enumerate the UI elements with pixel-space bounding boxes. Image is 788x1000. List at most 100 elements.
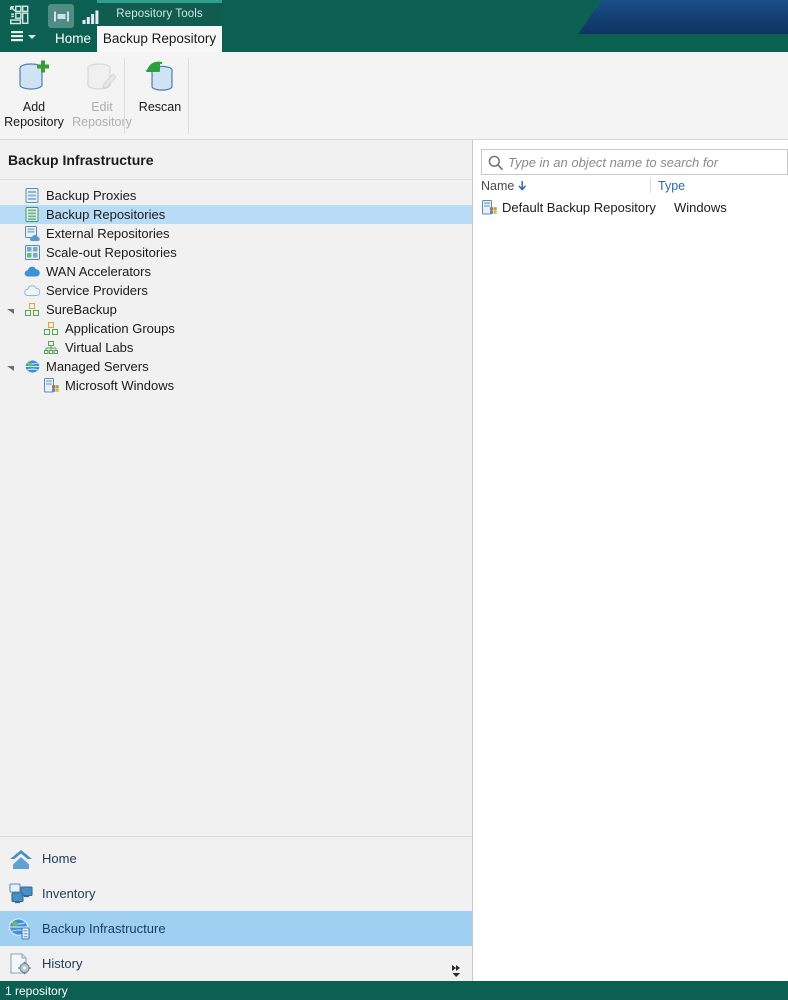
nav-item-inventory[interactable]: Inventory — [0, 876, 472, 911]
edit-repository-label-line1: Edit — [91, 100, 113, 114]
search-input[interactable] — [508, 151, 787, 173]
arrow-down-icon — [518, 180, 527, 190]
edit-repository-label-line2: Repository — [72, 115, 132, 129]
add-repository-label-line2: Repository — [4, 115, 64, 129]
backup-infrastructure-icon — [8, 916, 34, 942]
navigation-panel: Home Inventory Backup Infrastructure His… — [0, 837, 472, 981]
ribbon-group-manage-repository: Add Repository Edit Repository — [0, 52, 136, 140]
status-bar: 1 repository — [0, 981, 788, 1000]
expander-expanded-icon[interactable] — [6, 306, 15, 315]
status-bar-text: 1 repository — [5, 983, 68, 998]
rescan-icon — [141, 58, 179, 96]
surebackup-icon — [24, 302, 40, 318]
windows-repository-icon — [481, 200, 497, 216]
pin-window-button[interactable] — [48, 4, 74, 28]
tree-item-backup-repositories[interactable]: Backup Repositories — [0, 205, 472, 224]
tree-item-label: Virtual Labs — [65, 340, 134, 355]
history-icon — [8, 951, 34, 977]
expander-expanded-icon[interactable] — [6, 363, 15, 372]
rescan-button[interactable]: Rescan — [126, 52, 194, 140]
tree-item-service-providers[interactable]: Service Providers — [0, 281, 472, 300]
nav-item-label: History — [42, 956, 83, 971]
title-bar-tools — [48, 4, 99, 28]
tab-backup-repository[interactable]: Backup Repository — [97, 26, 222, 52]
column-header-type[interactable]: Type — [658, 175, 685, 197]
ribbon: Repository Tools Home Backup Repository — [0, 0, 788, 156]
edit-repository-icon — [83, 58, 121, 96]
nav-item-label: Inventory — [42, 886, 96, 901]
context-tab-group-label: Repository Tools — [97, 0, 222, 26]
statistics-bars-icon — [82, 10, 99, 24]
backup-repositories-icon — [24, 207, 40, 223]
table-row[interactable]: Default Backup Repository Windows — [481, 197, 788, 218]
microsoft-windows-icon — [43, 378, 59, 394]
ribbon-group-tools: Rescan — [126, 52, 194, 140]
inventory-icon — [8, 881, 34, 907]
tree-item-surebackup[interactable]: SureBackup — [0, 300, 472, 319]
add-repository-icon — [15, 58, 53, 96]
home-icon — [8, 846, 34, 872]
backup-proxies-icon — [24, 188, 40, 204]
tab-home[interactable]: Home — [44, 26, 102, 52]
nav-item-backup-infrastructure[interactable]: Backup Infrastructure — [0, 911, 472, 946]
objects-grid: Name Type Default Backup Repository Wind… — [473, 175, 788, 981]
tree-item-label: Managed Servers — [46, 359, 149, 374]
veeam-logo-icon — [10, 5, 29, 25]
tree-item-microsoft-windows[interactable]: Microsoft Windows — [0, 376, 472, 395]
tree-item-label: SureBackup — [46, 302, 117, 317]
service-providers-icon — [24, 283, 40, 299]
virtual-labs-icon — [43, 340, 59, 356]
tree-item-external-repositories[interactable]: External Repositories — [0, 224, 472, 243]
statistics-button[interactable] — [82, 8, 99, 24]
left-panel: Backup Infrastructure Backup Proxies Bac… — [0, 140, 473, 981]
pin-window-icon — [53, 11, 69, 21]
tree-item-label: WAN Accelerators — [46, 264, 151, 279]
title-bar-right-panel — [578, 0, 788, 34]
tree-item-virtual-labs[interactable]: Virtual Labs — [0, 338, 472, 357]
column-header-name-label: Name — [481, 179, 515, 193]
infrastructure-tree: Backup Proxies Backup Repositories Exter… — [0, 180, 472, 836]
search-bar — [473, 140, 788, 175]
wan-accelerators-icon — [24, 264, 40, 280]
title-bar: Repository Tools Home Backup Repository — [0, 0, 788, 52]
ribbon-body: Add Repository Edit Repository Rescan — [0, 52, 788, 156]
column-divider[interactable] — [650, 178, 651, 193]
table-cell-name: Default Backup Repository — [502, 200, 656, 215]
tree-item-label: Scale-out Repositories — [46, 245, 177, 260]
add-repository-button[interactable]: Add Repository — [0, 52, 68, 140]
tree-item-scaleout-repositories[interactable]: Scale-out Repositories — [0, 243, 472, 262]
search-box[interactable] — [481, 149, 788, 175]
double-chevron-icon — [451, 965, 460, 977]
nav-item-label: Backup Infrastructure — [42, 921, 166, 936]
column-header-name[interactable]: Name — [481, 175, 658, 197]
tree-item-wan-accelerators[interactable]: WAN Accelerators — [0, 262, 472, 281]
veeam-backup-console-window: Repository Tools Home Backup Repository — [0, 0, 788, 1000]
column-header-type-label: Type — [658, 179, 686, 193]
add-repository-label-line1: Add — [22, 100, 46, 114]
nav-item-label: Home — [42, 851, 77, 866]
tree-item-label: Microsoft Windows — [65, 378, 175, 393]
scaleout-repositories-icon — [24, 245, 40, 261]
tree-item-label: External Repositories — [46, 226, 170, 241]
nav-item-history[interactable]: History — [0, 946, 472, 981]
tree-item-label: Application Groups — [65, 321, 175, 336]
rescan-label: Rescan — [138, 100, 182, 114]
tree-item-label: Backup Proxies — [46, 188, 137, 203]
grid-header-row: Name Type — [481, 175, 788, 197]
ribbon-group-separator — [124, 58, 125, 134]
tree-item-application-groups[interactable]: Application Groups — [0, 319, 472, 338]
navigation-expander-button[interactable] — [448, 963, 464, 979]
right-panel: Name Type — [473, 140, 788, 981]
application-groups-icon — [43, 321, 59, 337]
left-panel-header: Backup Infrastructure — [0, 140, 472, 180]
tree-item-backup-proxies[interactable]: Backup Proxies — [0, 186, 472, 205]
managed-servers-icon — [24, 359, 40, 375]
tree-item-managed-servers[interactable]: Managed Servers — [0, 357, 472, 376]
tree-item-label: Service Providers — [46, 283, 148, 298]
search-icon — [482, 150, 508, 174]
tree-item-label: Backup Repositories — [46, 207, 166, 222]
table-cell-type: Windows — [674, 200, 727, 215]
ribbon-group-separator-end — [188, 58, 189, 134]
main-area: Backup Infrastructure Backup Proxies Bac… — [0, 140, 788, 981]
nav-item-home[interactable]: Home — [0, 841, 472, 876]
